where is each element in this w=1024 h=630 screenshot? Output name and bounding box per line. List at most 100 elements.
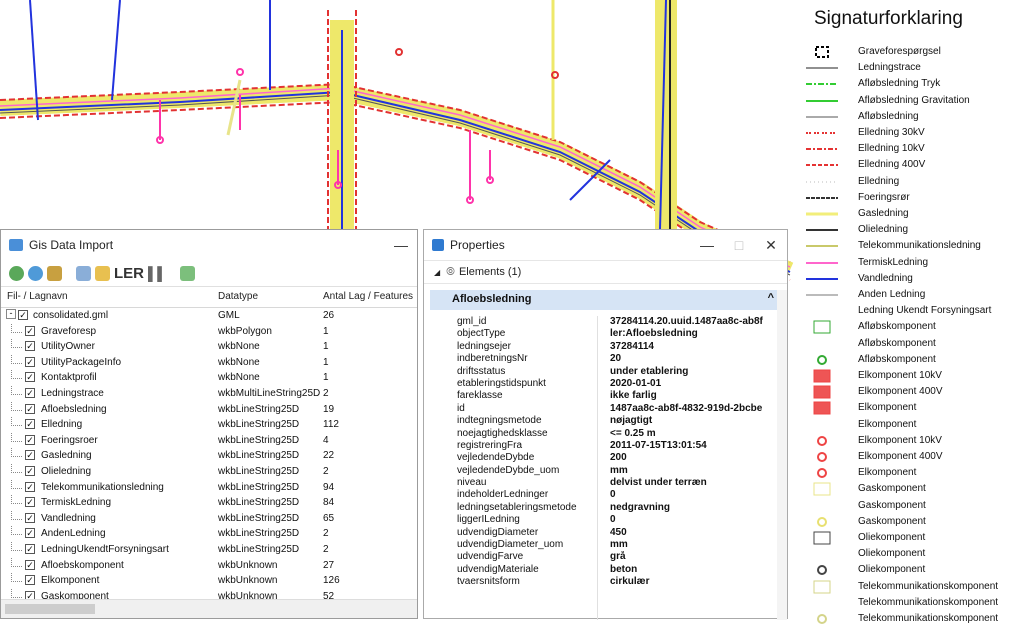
layer-checkbox[interactable]: ✓ xyxy=(25,403,35,414)
ler-button[interactable]: LER xyxy=(114,265,144,282)
props-close-button[interactable]: ✕ xyxy=(755,237,787,254)
layer-checkbox[interactable]: ✓ xyxy=(25,559,35,570)
layer-checkbox[interactable]: ✓ xyxy=(25,434,35,445)
property-value[interactable]: beton xyxy=(610,564,780,575)
property-value[interactable]: 0 xyxy=(610,514,780,525)
property-value[interactable]: 1487aa8c-ab8f-4832-919d-2bcbe xyxy=(610,403,780,414)
property-row[interactable]: fareklasse ikke farlig xyxy=(430,390,780,402)
property-row[interactable]: vejledendeDybde_uom mm xyxy=(430,465,780,477)
copy-icon[interactable] xyxy=(76,265,91,281)
layer-row[interactable]: ✓ UtilityPackageInfo wkbNone 1 xyxy=(1,354,417,371)
col-header-count[interactable]: Antal Lag / Features xyxy=(323,291,413,302)
layer-row[interactable]: ✓ Elledning wkbLineString25D 112 xyxy=(1,417,417,433)
property-row[interactable]: indeholderLedninger 0 xyxy=(430,489,780,501)
property-row[interactable]: registreringFra 2011-07-15T13:01:54 xyxy=(430,440,780,452)
layer-row[interactable]: ✓ TermiskLedning wkbLineString25D 84 xyxy=(1,495,417,511)
layer-row[interactable]: ✓ AndenLedning wkbLineString25D 2 xyxy=(1,526,417,542)
property-value[interactable]: mm xyxy=(610,465,780,476)
property-row[interactable]: objectType ler:Afloebsledning xyxy=(430,328,780,340)
globe-remove-icon[interactable] xyxy=(28,265,43,281)
property-row[interactable]: udvendigDiameter 450 xyxy=(430,527,780,539)
layer-checkbox[interactable]: ✓ xyxy=(25,512,35,523)
property-row[interactable]: indtegningsmetode nøjagtigt xyxy=(430,415,780,427)
scroll-thumb[interactable] xyxy=(5,604,95,614)
layer-checkbox[interactable]: ✓ xyxy=(25,575,35,586)
property-value[interactable]: 2020-01-01 xyxy=(610,378,780,389)
layer-row[interactable]: ✓ Afloebsledning wkbLineString25D 19 xyxy=(1,401,417,418)
layer-row[interactable]: ✓ Elkomponent wkbUnknown 126 xyxy=(1,573,417,589)
layer-row[interactable]: ✓ Foeringsroer wkbLineString25D 4 xyxy=(1,432,417,449)
property-row[interactable]: udvendigMateriale beton xyxy=(430,564,780,576)
property-row[interactable]: udvendigFarve grå xyxy=(430,551,780,563)
layer-row[interactable]: ✓ Graveforesp wkbPolygon 1 xyxy=(1,323,417,340)
layer-icon[interactable] xyxy=(47,265,62,281)
layer-checkbox[interactable]: ✓ xyxy=(25,543,35,554)
property-value[interactable]: cirkulær xyxy=(610,576,780,587)
layer-row[interactable]: ✓ Vandledning wkbLineString25D 65 xyxy=(1,510,417,527)
property-value[interactable]: nøjagtigt xyxy=(610,415,780,426)
gis-data-import-window[interactable]: Gis Data Import — LER ▌▌ Fil- / Lagnavn … xyxy=(0,229,418,619)
props-titlebar[interactable]: Properties — □ ✕ xyxy=(424,230,787,260)
property-value[interactable]: grå xyxy=(610,551,780,562)
layer-row[interactable]: ✓ Olieledning wkbLineString25D 2 xyxy=(1,463,417,480)
property-row[interactable]: etableringstidspunkt 2020-01-01 xyxy=(430,378,780,390)
chevron-up-icon[interactable]: ^ xyxy=(768,292,774,304)
layer-row[interactable]: ✓ Ledningstrace wkbMultiLineString25D 2 xyxy=(1,385,417,402)
layer-row[interactable]: ✓ Kontaktprofil wkbNone 1 xyxy=(1,370,417,386)
layer-row[interactable]: ✓ UtilityOwner wkbNone 1 xyxy=(1,339,417,355)
col-header-name[interactable]: Fil- / Lagnavn xyxy=(7,291,68,302)
root-checkbox[interactable]: ✓ xyxy=(18,310,28,320)
folder-icon[interactable] xyxy=(95,265,110,281)
property-row[interactable]: gml_id 37284114.20.uuid.1487aa8c-ab8f xyxy=(430,316,780,328)
layer-checkbox[interactable]: ✓ xyxy=(25,325,35,336)
layer-checkbox[interactable]: ✓ xyxy=(25,419,35,430)
layer-checkbox[interactable]: ✓ xyxy=(25,341,35,352)
layer-checkbox[interactable]: ✓ xyxy=(25,465,35,476)
property-row[interactable]: liggerILedning 0 xyxy=(430,514,780,526)
layer-row[interactable]: ✓ Afloebskomponent wkbUnknown 27 xyxy=(1,557,417,574)
tree-root-row[interactable]: - ✓ consolidated.gml GML 26 xyxy=(1,308,417,324)
property-row[interactable]: driftsstatus under etablering xyxy=(430,366,780,378)
props-maximize-button[interactable]: □ xyxy=(723,237,755,253)
globe-add-icon[interactable] xyxy=(9,265,24,281)
property-value[interactable]: delvist under terræn xyxy=(610,477,780,488)
layer-checkbox[interactable]: ✓ xyxy=(25,497,35,508)
property-value[interactable]: 2011-07-15T13:01:54 xyxy=(610,440,780,451)
property-row[interactable]: tvaersnitsform cirkulær xyxy=(430,576,780,588)
minimize-button[interactable]: — xyxy=(385,237,417,253)
gis-horizontal-scrollbar[interactable] xyxy=(1,599,417,618)
property-value[interactable]: <= 0.25 m xyxy=(610,428,780,439)
property-value[interactable]: under etablering xyxy=(610,366,780,377)
property-row[interactable]: noejagtighedsklasse <= 0.25 m xyxy=(430,428,780,440)
layer-row[interactable]: ✓ LedningUkendtForsyningsart wkbLineString… xyxy=(1,541,417,558)
props-vertical-scrollbar[interactable] xyxy=(777,290,787,620)
property-row[interactable]: vejledendeDybde 200 xyxy=(430,452,780,464)
property-value[interactable]: mm xyxy=(610,539,780,550)
property-row[interactable]: id 1487aa8c-ab8f-4832-919d-2bcbe xyxy=(430,403,780,415)
elements-row[interactable]: ◢ ⦾ Elements (1) xyxy=(424,260,787,284)
section-header[interactable]: Afloebsledning ^ xyxy=(430,290,784,310)
collapse-triangle-icon[interactable]: ◢ xyxy=(434,268,440,277)
property-row[interactable]: ledningsejer 37284114 xyxy=(430,341,780,353)
property-value[interactable]: ler:Afloebsledning xyxy=(610,328,780,339)
tree-icon[interactable] xyxy=(180,265,196,281)
layer-checkbox[interactable]: ✓ xyxy=(25,481,35,492)
layer-checkbox[interactable]: ✓ xyxy=(25,356,35,367)
property-value[interactable]: nedgravning xyxy=(610,502,780,513)
layer-checkbox[interactable]: ✓ xyxy=(25,450,35,461)
property-value[interactable]: ikke farlig xyxy=(610,390,780,401)
property-row[interactable]: ledningsetableringsmetode nedgravning xyxy=(430,502,780,514)
property-row[interactable]: niveau delvist under terræn xyxy=(430,477,780,489)
layer-checkbox[interactable]: ✓ xyxy=(25,372,35,383)
layer-checkbox[interactable]: ✓ xyxy=(25,528,35,539)
expand-icon[interactable]: - xyxy=(6,309,16,319)
property-row[interactable]: udvendigDiameter_uom mm xyxy=(430,539,780,551)
property-value[interactable]: 37284114 xyxy=(610,341,780,352)
property-value[interactable]: 0 xyxy=(610,489,780,500)
properties-window[interactable]: Properties — □ ✕ ◢ ⦾ Elements (1) Afloeb… xyxy=(423,229,788,620)
layer-row[interactable]: ✓ Telekommunikationsledning wkbLineString2… xyxy=(1,479,417,496)
col-header-type[interactable]: Datatype xyxy=(218,291,258,302)
props-minimize-button[interactable]: — xyxy=(691,237,723,253)
property-value[interactable]: 37284114.20.uuid.1487aa8c-ab8f xyxy=(610,316,780,327)
property-value[interactable]: 20 xyxy=(610,353,780,364)
